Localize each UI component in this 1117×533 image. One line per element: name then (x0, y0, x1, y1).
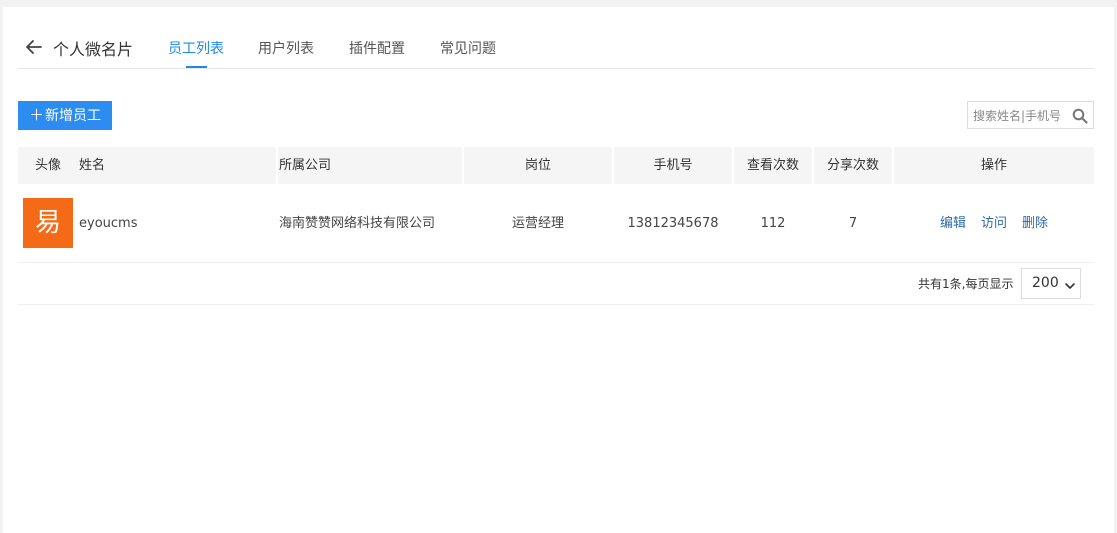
search-input[interactable] (973, 107, 1069, 124)
column-header-company: 所属公司 (279, 158, 332, 173)
tab-user-list[interactable]: 用户列表 (258, 38, 314, 58)
view-count: 112 (760, 216, 786, 231)
delete-link[interactable]: 删除 (1022, 184, 1048, 263)
page-title: 个人微名片 (53, 40, 134, 59)
column-header-actions: 操作 (980, 158, 1007, 173)
add-employee-label: 新增员工 (45, 108, 101, 124)
visit-link[interactable]: 访问 (981, 184, 1007, 263)
column-divider (276, 147, 278, 184)
search-icon[interactable] (1072, 108, 1088, 124)
table-row: 易 eyoucms 海南赞赞网络科技有限公司 运营经理 13812345678 … (18, 184, 1094, 263)
search-box (967, 101, 1094, 129)
column-header-shares: 分享次数 (826, 158, 879, 173)
plus-icon: ＋ (28, 106, 44, 124)
page-size-select[interactable]: 200 (1021, 268, 1081, 299)
column-header-phone: 手机号 (653, 158, 693, 173)
back-arrow-icon[interactable] (24, 37, 44, 57)
column-header-name: 姓名 (79, 158, 106, 173)
employee-phone: 13812345678 (627, 216, 719, 231)
share-count: 7 (848, 216, 858, 231)
employee-name: eyoucms (79, 216, 138, 231)
pagination-bar: 共有1条,每页显示 200 (18, 263, 1094, 305)
column-header-views: 查看次数 (746, 158, 799, 173)
table-header: 头像 姓名 所属公司 岗位 手机号 查看次数 分享次数 操作 (18, 147, 1094, 184)
page-header: 个人微名片 员工列表 用户列表 插件配置 常见问题 (18, 7, 1094, 69)
pagination-info: 共有1条,每页显示 (918, 277, 1014, 291)
page-size-value: 200 (1032, 275, 1059, 291)
tab-plugin-config[interactable]: 插件配置 (349, 38, 405, 58)
avatar: 易 (23, 198, 73, 248)
employee-company: 海南赞赞网络科技有限公司 (279, 216, 436, 231)
tab-employee-list[interactable]: 员工列表 (168, 38, 224, 58)
active-tab-indicator (186, 66, 207, 68)
edit-link[interactable]: 编辑 (940, 184, 966, 263)
tab-faq[interactable]: 常见问题 (440, 38, 496, 58)
column-header-avatar: 头像 (34, 158, 61, 173)
chevron-down-icon (1065, 279, 1075, 289)
add-employee-button[interactable]: ＋新增员工 (18, 101, 112, 130)
content-panel: 个人微名片 员工列表 用户列表 插件配置 常见问题 ＋新增员工 头像 姓名 所属… (3, 7, 1114, 533)
employee-position: 运营经理 (511, 216, 564, 231)
column-header-position: 岗位 (524, 158, 551, 173)
